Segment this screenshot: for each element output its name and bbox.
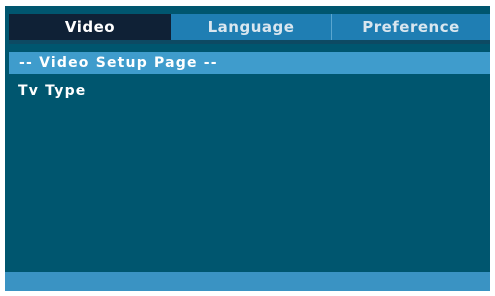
tab-language[interactable]: Language — [171, 14, 332, 40]
setup-menu-screen: Video Language Preference -- Video Setup… — [5, 6, 490, 291]
setting-item-tv-type[interactable]: Tv Type — [18, 81, 86, 101]
page-title: -- Video Setup Page -- — [9, 52, 490, 74]
tabs-divider — [9, 40, 490, 44]
tab-preference[interactable]: Preference — [332, 14, 490, 40]
footer-bar — [5, 272, 490, 291]
tab-video[interactable]: Video — [9, 14, 171, 40]
